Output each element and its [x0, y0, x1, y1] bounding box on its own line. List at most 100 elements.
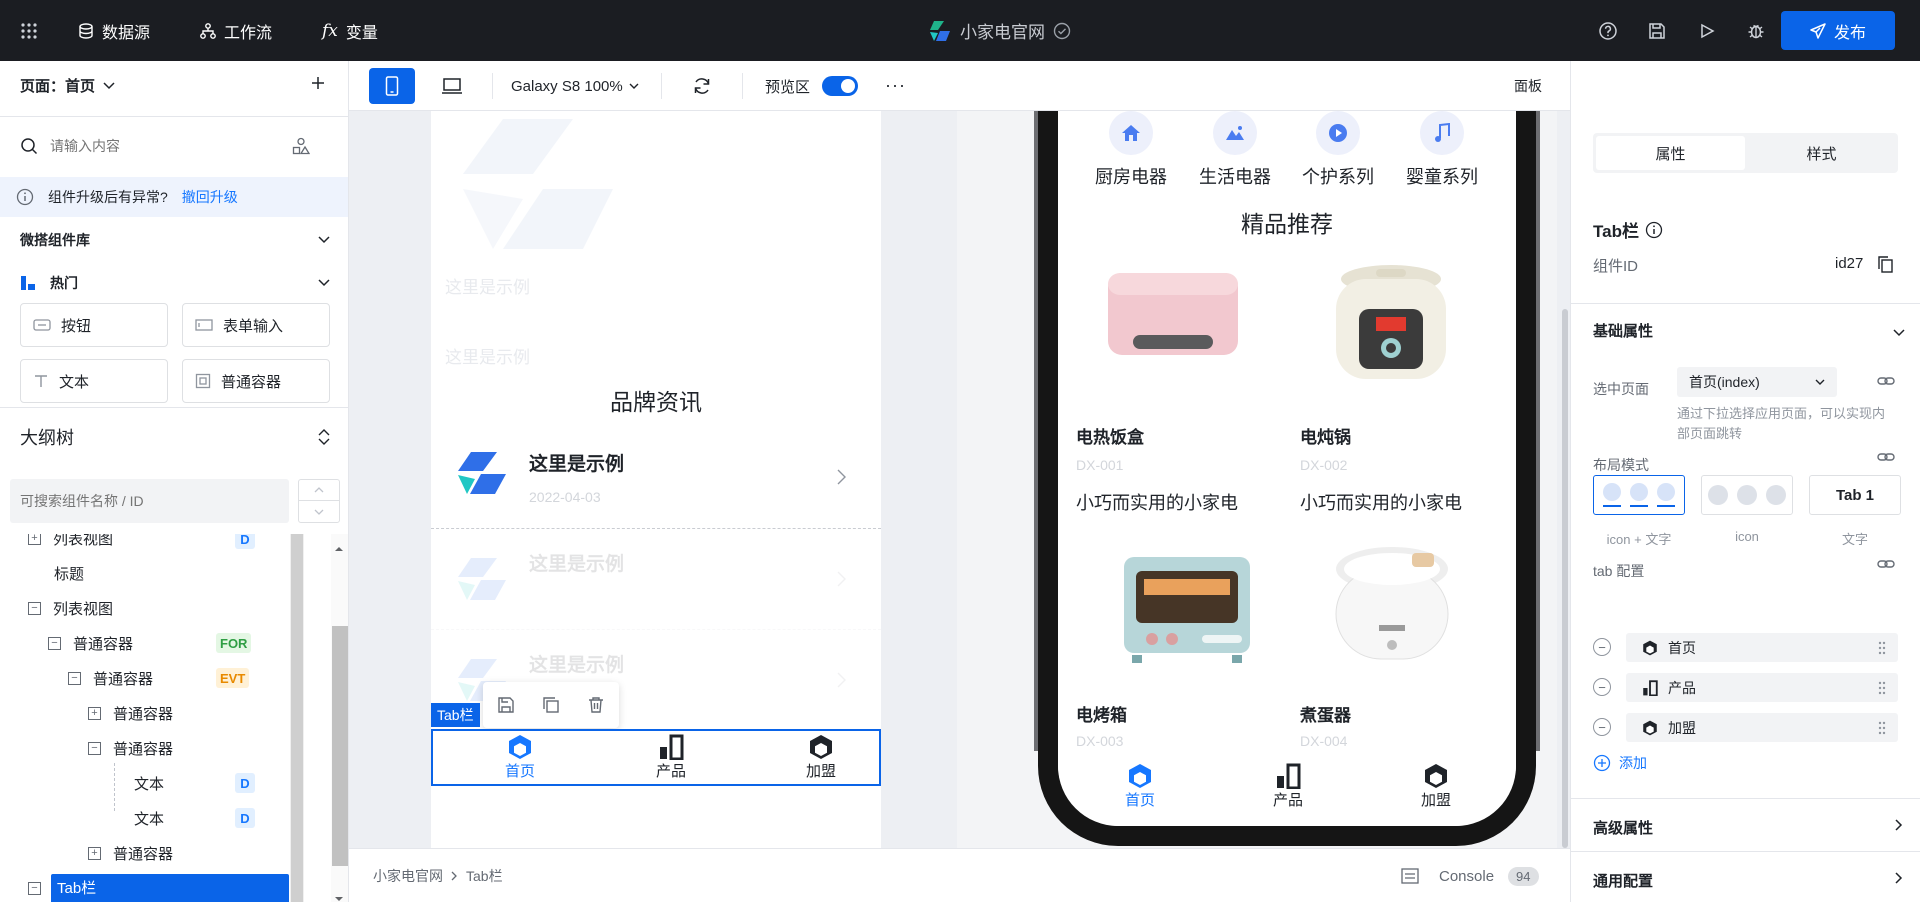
drag-handle-icon[interactable] [1878, 641, 1886, 655]
news-item[interactable]: 这里是示例 [431, 529, 881, 630]
category-baby[interactable]: 婴童系列 [1392, 111, 1492, 189]
hot-group-header[interactable]: 热门 [20, 263, 330, 303]
layout-icon-text-option[interactable] [1593, 475, 1685, 515]
chevron-up-icon[interactable] [299, 480, 339, 501]
apps-grid-icon[interactable] [20, 0, 38, 61]
link-bind-icon[interactable] [1877, 450, 1895, 467]
tab-config-item[interactable]: 加盟 [1626, 713, 1898, 742]
tab-product[interactable]: 产品 [641, 734, 701, 781]
delete-icon[interactable] [587, 696, 605, 714]
publish-button[interactable]: 发布 [1781, 11, 1895, 50]
layout-icon-option[interactable] [1701, 475, 1793, 515]
category-personal-care[interactable]: 个护系列 [1288, 111, 1388, 189]
remove-tab-icon[interactable]: − [1593, 678, 1611, 696]
product-image-oven[interactable] [1112, 539, 1262, 669]
page-selector[interactable]: 页面：首页 [20, 75, 115, 96]
desktop-view-button[interactable] [429, 68, 475, 104]
mobile-view-button[interactable] [369, 68, 415, 104]
expand-icon[interactable]: + [88, 707, 101, 720]
tree-node[interactable]: 文本 [134, 766, 164, 801]
drag-handle-icon[interactable] [1878, 721, 1886, 735]
tab-config-item[interactable]: 产品 [1626, 673, 1898, 702]
run-icon[interactable] [1699, 0, 1715, 61]
component-form-input[interactable]: 表单输入 [182, 303, 330, 347]
debug-icon[interactable] [1747, 0, 1765, 61]
outline-search-input[interactable] [20, 493, 270, 509]
tree-node[interactable]: + 普通容器 [88, 836, 173, 871]
expand-icon[interactable]: + [88, 847, 101, 860]
tab-product[interactable]: 产品 [1258, 763, 1318, 810]
chevron-right-icon[interactable] [1895, 872, 1903, 887]
outline-search-stepper[interactable] [298, 479, 340, 523]
preview-toggle[interactable] [822, 76, 859, 96]
tree-node[interactable]: − 普通容器 [68, 661, 153, 696]
breadcrumb-current[interactable]: Tab栏 [466, 866, 503, 886]
expand-icon[interactable]: + [28, 534, 41, 545]
layout-panel-icon[interactable] [1401, 868, 1419, 887]
product-image-lunchbox[interactable] [1098, 251, 1248, 371]
search-input[interactable] [50, 138, 280, 154]
canvas-scrollbar[interactable] [1562, 309, 1568, 848]
tab-style[interactable]: 样式 [1748, 136, 1895, 170]
category-kitchen[interactable]: 厨房电器 [1081, 111, 1181, 189]
component-shapes-icon[interactable] [292, 137, 310, 155]
breadcrumb-root[interactable]: 小家电官网 [373, 866, 443, 886]
outline-search[interactable] [10, 479, 289, 523]
collapse-icon[interactable]: − [48, 637, 61, 650]
copy-icon[interactable] [542, 696, 560, 714]
tree-node-selected[interactable]: − Tab栏 [28, 871, 289, 902]
save-template-icon[interactable] [497, 696, 515, 714]
collapse-icon[interactable]: − [88, 742, 101, 755]
console-button[interactable]: Console 94 [1439, 849, 1539, 902]
selected-tab-bar[interactable]: 首页 产品 加盟 [431, 729, 881, 786]
add-tab-button[interactable]: 添加 [1593, 753, 1647, 773]
basic-props-title[interactable]: 基础属性 [1593, 320, 1653, 341]
page-select[interactable]: 首页(index) [1677, 367, 1837, 397]
collapse-icon[interactable]: − [28, 882, 41, 895]
scroll-up-arrow-icon[interactable] [334, 540, 344, 555]
collapse-icon[interactable]: − [28, 602, 41, 615]
tree-node[interactable]: + 普通容器 [88, 696, 173, 731]
refresh-icon[interactable] [692, 76, 712, 99]
panel-button[interactable]: 面板 [1514, 61, 1542, 111]
link-bind-icon[interactable] [1877, 557, 1895, 574]
tree-node[interactable]: 标题 [54, 556, 84, 591]
general-config-title[interactable]: 通用配置 [1593, 870, 1653, 891]
tree-node[interactable]: − 普通容器 [88, 731, 173, 766]
tree-scrollbar[interactable] [331, 534, 348, 902]
tree-node[interactable]: − 普通容器 [48, 626, 133, 661]
component-container[interactable]: 普通容器 [182, 359, 330, 403]
tree-node[interactable]: 文本 [134, 801, 164, 836]
collapse-toggle-icon[interactable] [318, 429, 330, 445]
advanced-props-title[interactable]: 高级属性 [1593, 817, 1653, 838]
tree-node[interactable]: + 列表视图 [28, 534, 113, 556]
product-image-stew-pot[interactable] [1316, 251, 1466, 401]
layout-text-option[interactable]: Tab 1 [1809, 475, 1901, 515]
link-bind-icon[interactable] [1877, 374, 1895, 391]
tab-home[interactable]: 首页 [490, 734, 550, 781]
copy-id-icon[interactable] [1877, 255, 1893, 276]
collapse-icon[interactable]: − [68, 672, 81, 685]
scroll-thumb[interactable] [332, 626, 348, 866]
chevron-down-icon[interactable] [1893, 325, 1905, 340]
tree-inner-scrollbar[interactable] [290, 534, 304, 902]
drag-handle-icon[interactable] [1878, 681, 1886, 695]
component-search[interactable] [20, 126, 330, 166]
add-page-icon[interactable] [310, 75, 326, 94]
info-icon[interactable] [1645, 221, 1663, 239]
variables-menu[interactable]: fx 变量 [322, 0, 378, 61]
tree-node[interactable]: − 列表视图 [28, 591, 113, 626]
datasource-menu[interactable]: 数据源 [78, 0, 150, 61]
component-text[interactable]: 文本 [20, 359, 168, 403]
chevron-right-icon[interactable] [1895, 819, 1903, 834]
tab-config-item[interactable]: 首页 [1626, 633, 1898, 662]
save-icon[interactable] [1648, 0, 1666, 61]
remove-tab-icon[interactable]: − [1593, 638, 1611, 656]
product-image-egg-cooker[interactable] [1322, 539, 1462, 679]
tab-attributes[interactable]: 属性 [1596, 136, 1745, 170]
tab-join[interactable]: 加盟 [791, 734, 851, 781]
component-button[interactable]: 按钮 [20, 303, 168, 347]
scroll-thumb[interactable] [291, 534, 303, 902]
tab-home[interactable]: 首页 [1110, 763, 1170, 810]
rollback-upgrade-link[interactable]: 撤回升级 [182, 187, 238, 207]
